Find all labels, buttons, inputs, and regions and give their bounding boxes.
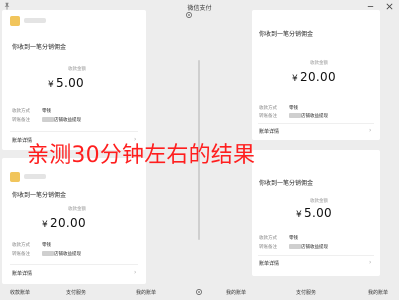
amount: ¥20.00 <box>42 216 86 230</box>
amount-label: 收款金额 <box>68 67 86 72</box>
amount-value: 5.00 <box>56 76 84 90</box>
settings-icon[interactable] <box>195 288 203 296</box>
currency-symbol: ¥ <box>42 220 49 230</box>
card-notice: 你收到一笔分销佣金 <box>259 31 314 38</box>
method-value: 零钱 <box>42 109 51 114</box>
method-label: 收款方式 <box>12 109 30 114</box>
tab-payment-service-2[interactable]: 支付服务 <box>296 289 316 296</box>
overlay-caption: 亲测30分钟左右的结果 <box>27 143 256 168</box>
close-icon[interactable] <box>385 2 394 11</box>
remark-label: 转账备注 <box>12 118 30 123</box>
sender-name-redacted <box>24 174 46 179</box>
remark-value: 店铺收益提现 <box>301 114 328 119</box>
settings-icon[interactable] <box>185 11 193 19</box>
chevron-right-icon: › <box>369 259 372 266</box>
tab-payment-service[interactable]: 支付服务 <box>66 289 86 296</box>
amount: ¥20.00 <box>292 70 336 84</box>
bill-details-link[interactable]: 账单详情 <box>259 260 279 267</box>
divider <box>258 123 374 124</box>
method-value: 零钱 <box>289 236 298 241</box>
amount-label: 收款金额 <box>310 61 328 66</box>
remark-value: 店铺收益提现 <box>301 245 328 250</box>
bill-details-link[interactable]: 账单详情 <box>259 128 279 135</box>
card-notice: 你收到一笔分销佣金 <box>12 44 67 51</box>
method-label: 收款方式 <box>12 243 30 248</box>
method-value: 零钱 <box>42 243 51 248</box>
divider <box>10 264 138 265</box>
amount-label: 收款金额 <box>68 207 86 212</box>
remark-redacted <box>289 244 301 249</box>
payment-card[interactable]: 你收到一笔分销佣金 收款金额 ¥20.00 收款方式 零钱 转账备注 店铺收益提… <box>252 10 380 140</box>
remark-redacted <box>289 113 301 118</box>
method-label: 收款方式 <box>259 236 277 241</box>
payment-card[interactable]: 你收到一笔分销佣金 收款金额 ¥20.00 收款方式 零钱 转账备注 店铺收益提… <box>2 158 146 284</box>
tab-my-bills-3[interactable]: 我的账单 <box>368 289 388 296</box>
chevron-right-icon: › <box>369 127 372 134</box>
method-label: 收款方式 <box>259 106 277 111</box>
amount-label: 收款金额 <box>310 199 328 204</box>
remark-redacted <box>42 117 54 122</box>
remark-label: 转账备注 <box>259 245 277 250</box>
amount: ¥5.00 <box>48 76 84 90</box>
amount: ¥5.00 <box>296 206 332 220</box>
amount-value: 20.00 <box>50 216 86 230</box>
chevron-right-icon: › <box>134 269 137 276</box>
sender-name-redacted <box>24 18 46 23</box>
currency-symbol: ¥ <box>48 80 55 90</box>
tab-my-bills-2[interactable]: 我的账单 <box>226 289 246 296</box>
card-notice: 你收到一笔分销佣金 <box>259 180 314 187</box>
divider <box>258 255 374 256</box>
bill-details-link[interactable]: 账单详情 <box>12 270 32 277</box>
currency-symbol: ¥ <box>292 74 299 84</box>
sender-avatar <box>10 16 20 26</box>
remark-value: 店铺收益提现 <box>54 252 81 257</box>
currency-symbol: ¥ <box>296 210 303 220</box>
sender-avatar <box>10 172 20 182</box>
remark-value: 店铺收益提现 <box>54 118 81 123</box>
card-notice: 你收到一笔分销佣金 <box>12 192 67 199</box>
divider <box>10 131 138 132</box>
tab-collect-bills[interactable]: 收款账单 <box>10 289 30 296</box>
method-value: 零钱 <box>289 106 298 111</box>
payment-card[interactable]: 你收到一笔分销佣金 收款金额 ¥5.00 收款方式 零钱 转账备注 店铺收益提现… <box>2 10 146 150</box>
remark-label: 转账备注 <box>12 252 30 257</box>
amount-value: 5.00 <box>304 206 332 220</box>
remark-redacted <box>42 251 54 256</box>
remark-label: 转账备注 <box>259 114 277 119</box>
tab-my-bills[interactable]: 我的账单 <box>136 289 156 296</box>
amount-value: 20.00 <box>300 70 336 84</box>
